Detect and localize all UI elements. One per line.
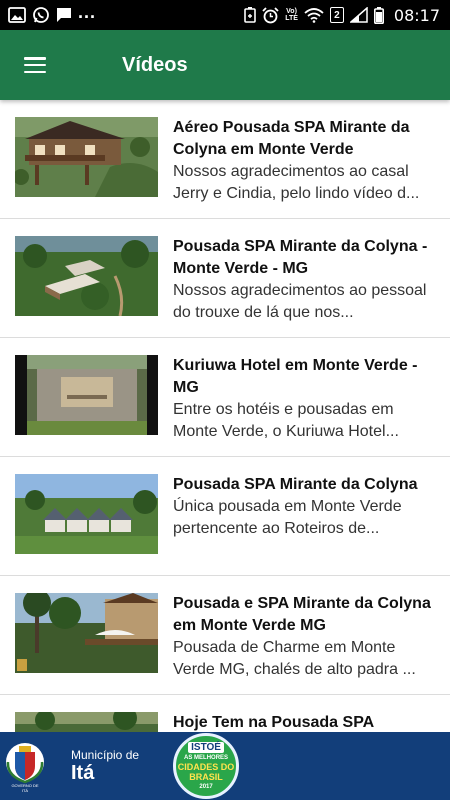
- video-thumbnail[interactable]: [15, 712, 158, 732]
- video-title[interactable]: Pousada e SPA Mirante da Colyna em Monte…: [173, 593, 435, 637]
- video-item[interactable]: Pousada e SPA Mirante da Colyna em Monte…: [0, 576, 450, 695]
- video-description: Única pousada em Monte Verde pertencente…: [173, 498, 402, 537]
- video-item[interactable]: Pousada SPA Mirante da Colyna - Monte Ve…: [0, 219, 450, 338]
- video-thumbnail[interactable]: [15, 236, 158, 316]
- alarm-icon: [262, 6, 279, 24]
- overflow-dots: ...: [78, 1, 97, 22]
- battery-icon: [373, 6, 384, 24]
- badge-subtitle: AS MELHORES: [184, 754, 229, 761]
- footer-banner[interactable]: GOVERNO DE ITÁ Município de Itá ISTOÉ AS…: [0, 732, 450, 800]
- video-title[interactable]: Hoje Tem na Pousada SPA: [173, 712, 435, 732]
- video-description: Pousada de Charme em Monte Verde MG, cha…: [173, 639, 416, 678]
- video-title[interactable]: Pousada SPA Mirante da Colyna - Monte Ve…: [173, 236, 435, 280]
- video-list[interactable]: Aéreo Pousada SPA Mirante da Colyna em M…: [0, 100, 450, 732]
- video-description: Nossos agradecimentos ao casal Jerry e C…: [173, 163, 420, 202]
- city-name: Itá: [71, 761, 95, 784]
- city-crest-icon: GOVERNO DE ITÁ: [3, 740, 47, 793]
- whatsapp-icon: [32, 6, 50, 24]
- video-title[interactable]: Pousada SPA Mirante da Colyna: [173, 474, 435, 496]
- crest-caption: GOVERNO DE ITÁ: [11, 783, 39, 793]
- hamburger-menu-icon: [24, 57, 46, 73]
- video-thumbnail[interactable]: [15, 117, 158, 197]
- video-title[interactable]: Aéreo Pousada SPA Mirante da Colyna em M…: [173, 117, 435, 161]
- istoe-award-badge[interactable]: ISTOÉ AS MELHORES CIDADES DO BRASIL 2017: [173, 733, 240, 799]
- chat-icon: [56, 7, 72, 23]
- municipality-logo: Município de Itá: [71, 747, 140, 784]
- video-thumbnail[interactable]: [15, 593, 158, 673]
- app-bar: Vídeos: [0, 30, 450, 100]
- signal-icon: [349, 7, 368, 23]
- page-title: Vídeos: [122, 53, 188, 76]
- badge-year: 2017: [199, 783, 213, 790]
- video-description: Entre os hotéis e pousadas em Monte Verd…: [173, 401, 399, 440]
- lte-indicator: Vo) LTE: [285, 8, 298, 22]
- battery-saver-icon: [244, 7, 256, 23]
- wifi-icon: [304, 7, 324, 23]
- video-item[interactable]: Pousada SPA Mirante da Colyna Única pous…: [0, 457, 450, 576]
- badge-brand: ISTOÉ: [188, 741, 224, 753]
- video-thumbnail[interactable]: [15, 474, 158, 554]
- video-thumbnail[interactable]: [15, 355, 158, 435]
- video-item[interactable]: Hoje Tem na Pousada SPA: [0, 695, 450, 732]
- video-title[interactable]: Kuriuwa Hotel em Monte Verde - MG: [173, 355, 435, 399]
- gallery-icon: [8, 7, 26, 23]
- clock: 08:17: [393, 5, 440, 25]
- badge-title: CIDADES DO BRASIL: [177, 761, 235, 782]
- video-item[interactable]: Kuriuwa Hotel em Monte Verde - MG Entre …: [0, 338, 450, 457]
- video-description: Nossos agradecimentos ao pessoal do trou…: [173, 282, 427, 321]
- municipality-label: Município de: [71, 747, 140, 762]
- video-item[interactable]: Aéreo Pousada SPA Mirante da Colyna em M…: [0, 100, 450, 219]
- menu-button[interactable]: [0, 30, 70, 100]
- status-bar: ... Vo) LTE 2 08:17: [0, 0, 450, 30]
- sim-badge: 2: [329, 7, 344, 23]
